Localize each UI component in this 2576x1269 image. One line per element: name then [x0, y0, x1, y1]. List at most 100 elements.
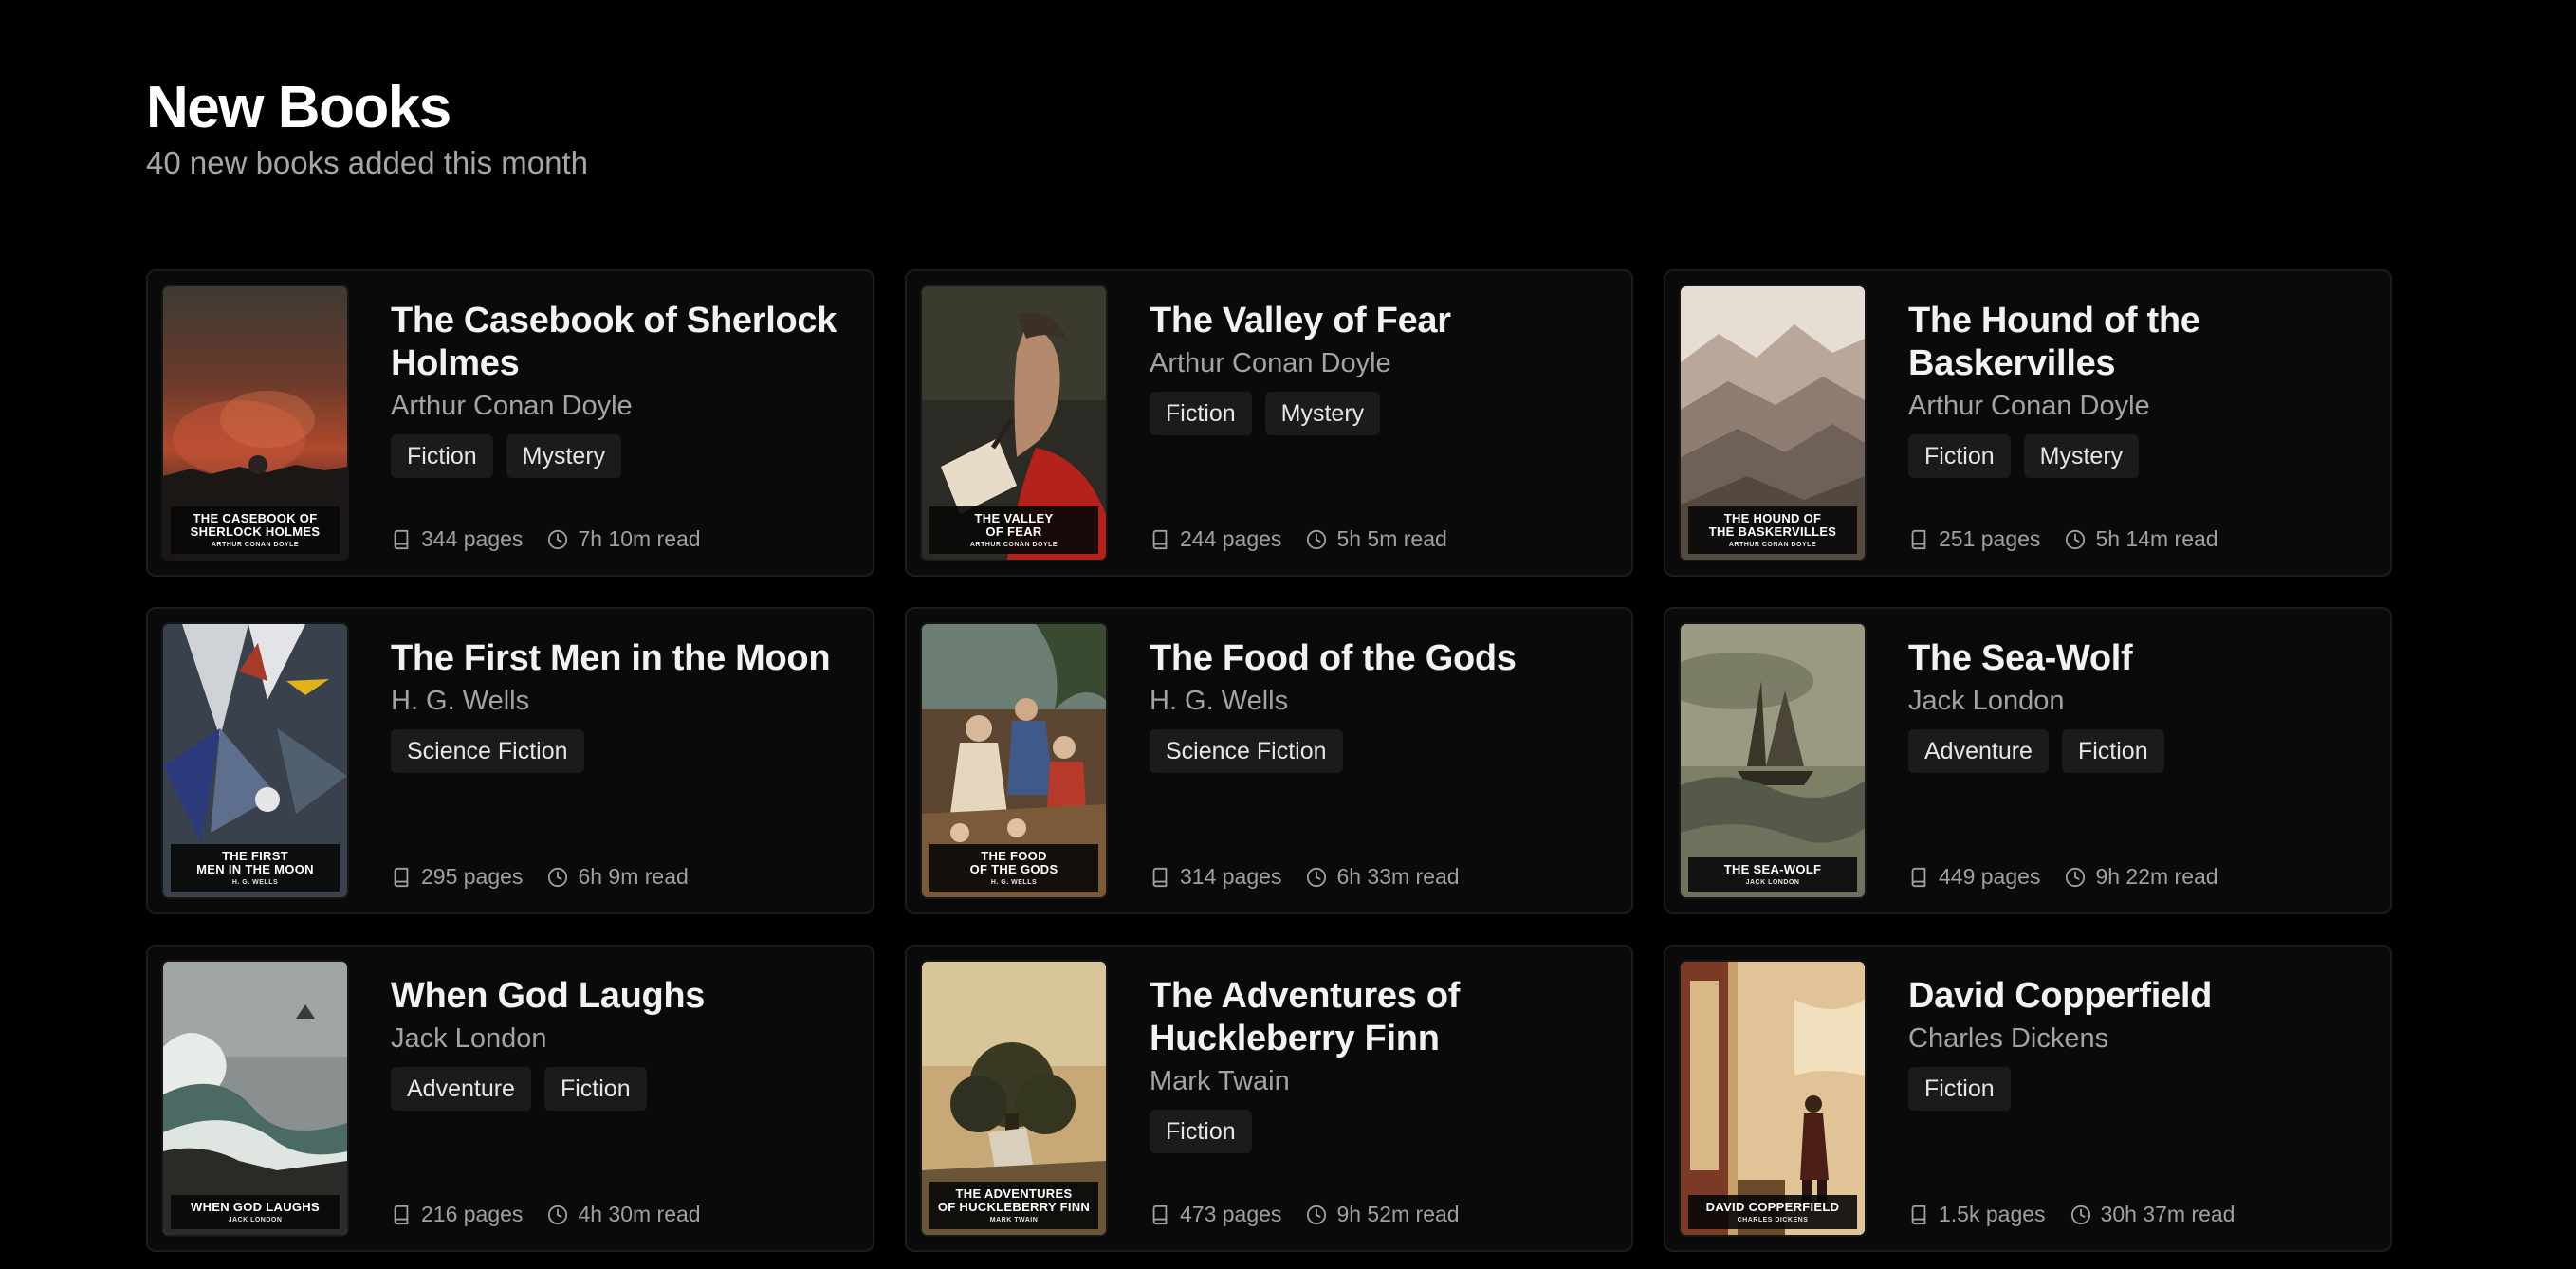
cover-author: CHARLES DICKENS [1737, 1217, 1809, 1223]
genre-tag[interactable]: Adventure [391, 1067, 531, 1111]
genre-tag[interactable]: Adventure [1908, 729, 2049, 773]
book-author[interactable]: H. G. Wells [391, 682, 854, 720]
book-meta: 473 pages 9h 52m read [1150, 1202, 1460, 1227]
book-title[interactable]: The Sea-Wolf [1908, 637, 2371, 680]
book-cover[interactable]: THE ADVENTURES OF HUCKLEBERRY FINN MARK … [922, 962, 1106, 1235]
book-card[interactable]: THE VALLEY OF FEAR ARTHUR CONAN DOYLE Th… [905, 269, 1633, 577]
read-time-text: 4h 30m read [578, 1202, 701, 1226]
book-card[interactable]: THE CASEBOOK OF SHERLOCK HOLMES ARTHUR C… [146, 269, 874, 577]
read-time: 9h 22m read [2065, 864, 2218, 890]
cover-label: THE CASEBOOK OF SHERLOCK HOLMES ARTHUR C… [171, 506, 340, 554]
cover-author: H. G. WELLS [990, 879, 1038, 886]
book-author[interactable]: Jack London [1908, 682, 2371, 720]
book-author[interactable]: H. G. Wells [1150, 682, 1612, 720]
book-title[interactable]: The Valley of Fear [1150, 300, 1612, 342]
book-card[interactable]: THE SEA-WOLF JACK LONDON The Sea-Wolf Ja… [1664, 607, 2392, 914]
book-title[interactable]: The First Men in the Moon [391, 637, 854, 680]
book-info: When God Laughs Jack London Adventure Fic… [391, 975, 854, 1231]
genre-tags: Science Fiction [1150, 729, 1612, 773]
cover-author: JACK LONDON [228, 1217, 283, 1223]
book-card[interactable]: WHEN GOD LAUGHS JACK LONDON When God Lau… [146, 945, 874, 1252]
book-icon [391, 529, 412, 550]
genre-tag[interactable]: Fiction [1908, 1067, 2011, 1111]
book-icon [1908, 867, 1929, 888]
genre-tags: Fiction Mystery [1150, 392, 1612, 435]
book-cover[interactable]: THE HOUND OF THE BASKERVILLES ARTHUR CON… [1681, 286, 1865, 560]
page-count-text: 295 pages [421, 864, 524, 889]
cover-author: ARTHUR CONAN DOYLE [1728, 542, 1817, 548]
page-count: 244 pages [1150, 526, 1281, 552]
book-info: The Sea-Wolf Jack London Adventure Fictio… [1908, 637, 2371, 893]
book-meta: 295 pages 6h 9m read [391, 864, 689, 890]
read-time: 6h 33m read [1306, 864, 1460, 890]
genre-tag[interactable]: Fiction [1908, 434, 2011, 478]
book-author[interactable]: Charles Dickens [1908, 1020, 2371, 1058]
read-time-text: 9h 52m read [1336, 1202, 1460, 1226]
cover-title: THE FOOD OF THE GODS [969, 849, 1058, 876]
book-title[interactable]: The Food of the Gods [1150, 637, 1612, 680]
cover-title: THE FIRST MEN IN THE MOON [196, 849, 314, 876]
page-count: 1.5k pages [1908, 1202, 2046, 1227]
page-count-text: 344 pages [421, 526, 524, 551]
book-cover[interactable]: THE FOOD OF THE GODS H. G. WELLS [922, 624, 1106, 897]
book-cover[interactable]: THE FIRST MEN IN THE MOON H. G. WELLS [163, 624, 347, 897]
genre-tag[interactable]: Mystery [1264, 392, 1381, 435]
book-card[interactable]: THE HOUND OF THE BASKERVILLES ARTHUR CON… [1664, 269, 2392, 577]
book-card[interactable]: DAVID COPPERFIELD CHARLES DICKENS David … [1664, 945, 2392, 1252]
read-time-text: 6h 33m read [1336, 864, 1460, 889]
book-author[interactable]: Mark Twain [1150, 1062, 1612, 1100]
book-title[interactable]: When God Laughs [391, 975, 854, 1018]
clock-icon [2070, 1205, 2091, 1225]
book-grid: THE CASEBOOK OF SHERLOCK HOLMES ARTHUR C… [146, 269, 2392, 1252]
book-cover[interactable]: WHEN GOD LAUGHS JACK LONDON [163, 962, 347, 1235]
genre-tag[interactable]: Fiction [1150, 392, 1252, 435]
book-card[interactable]: THE FIRST MEN IN THE MOON H. G. WELLS Th… [146, 607, 874, 914]
genre-tag[interactable]: Fiction [2061, 729, 2164, 773]
book-cover[interactable]: THE SEA-WOLF JACK LONDON [1681, 624, 1865, 897]
genre-tags: Fiction [1908, 1067, 2371, 1111]
book-card[interactable]: THE FOOD OF THE GODS H. G. WELLS The Foo… [905, 607, 1633, 914]
book-icon [1908, 1205, 1929, 1225]
genre-tag[interactable]: Fiction [1150, 1110, 1252, 1153]
book-cover[interactable]: DAVID COPPERFIELD CHARLES DICKENS [1681, 962, 1865, 1235]
book-cover[interactable]: THE CASEBOOK OF SHERLOCK HOLMES ARTHUR C… [163, 286, 347, 560]
cover-author: MARK TWAIN [989, 1217, 1039, 1223]
read-time: 5h 5m read [1306, 526, 1447, 552]
cover-title: THE HOUND OF THE BASKERVILLES [1708, 511, 1837, 539]
cover-label: THE SEA-WOLF JACK LONDON [1688, 857, 1857, 892]
cover-label: DAVID COPPERFIELD CHARLES DICKENS [1688, 1195, 1857, 1229]
book-author[interactable]: Arthur Conan Doyle [1150, 344, 1612, 382]
genre-tag[interactable]: Mystery [2023, 434, 2140, 478]
book-icon [1150, 867, 1170, 888]
book-title[interactable]: The Hound of the Baskervilles [1908, 300, 2371, 385]
read-time-text: 6h 9m read [578, 864, 689, 889]
book-cover[interactable]: THE VALLEY OF FEAR ARTHUR CONAN DOYLE [922, 286, 1106, 560]
book-title[interactable]: David Copperfield [1908, 975, 2371, 1018]
cover-title: DAVID COPPERFIELD [1705, 1200, 1840, 1214]
book-author[interactable]: Jack London [391, 1020, 854, 1058]
book-author[interactable]: Arthur Conan Doyle [391, 387, 854, 425]
cover-title: THE VALLEY OF FEAR [974, 511, 1054, 539]
page-count-text: 244 pages [1180, 526, 1282, 551]
cover-author: H. G. WELLS [231, 879, 279, 886]
genre-tag[interactable]: Fiction [391, 434, 493, 478]
genre-tag[interactable]: Science Fiction [391, 729, 584, 773]
page-count: 449 pages [1908, 864, 2040, 890]
read-time: 9h 52m read [1306, 1202, 1460, 1227]
book-icon [391, 1205, 412, 1225]
genre-tag[interactable]: Fiction [543, 1067, 647, 1111]
clock-icon [1306, 529, 1327, 550]
genre-tags: Fiction Mystery [391, 434, 854, 478]
page-header: New Books 40 new books added this month [146, 74, 588, 182]
book-meta: 449 pages 9h 22m read [1908, 864, 2218, 890]
book-title[interactable]: The Casebook of Sherlock Holmes [391, 300, 854, 385]
genre-tag[interactable]: Mystery [506, 434, 622, 478]
page-subtitle: 40 new books added this month [146, 145, 588, 180]
clock-icon [547, 867, 568, 888]
book-icon [391, 867, 412, 888]
book-author[interactable]: Arthur Conan Doyle [1908, 387, 2371, 425]
book-card[interactable]: THE ADVENTURES OF HUCKLEBERRY FINN MARK … [905, 945, 1633, 1252]
cover-label: THE ADVENTURES OF HUCKLEBERRY FINN MARK … [929, 1182, 1098, 1229]
book-title[interactable]: The Adventures of Huckleberry Finn [1150, 975, 1612, 1060]
genre-tag[interactable]: Science Fiction [1150, 729, 1343, 773]
